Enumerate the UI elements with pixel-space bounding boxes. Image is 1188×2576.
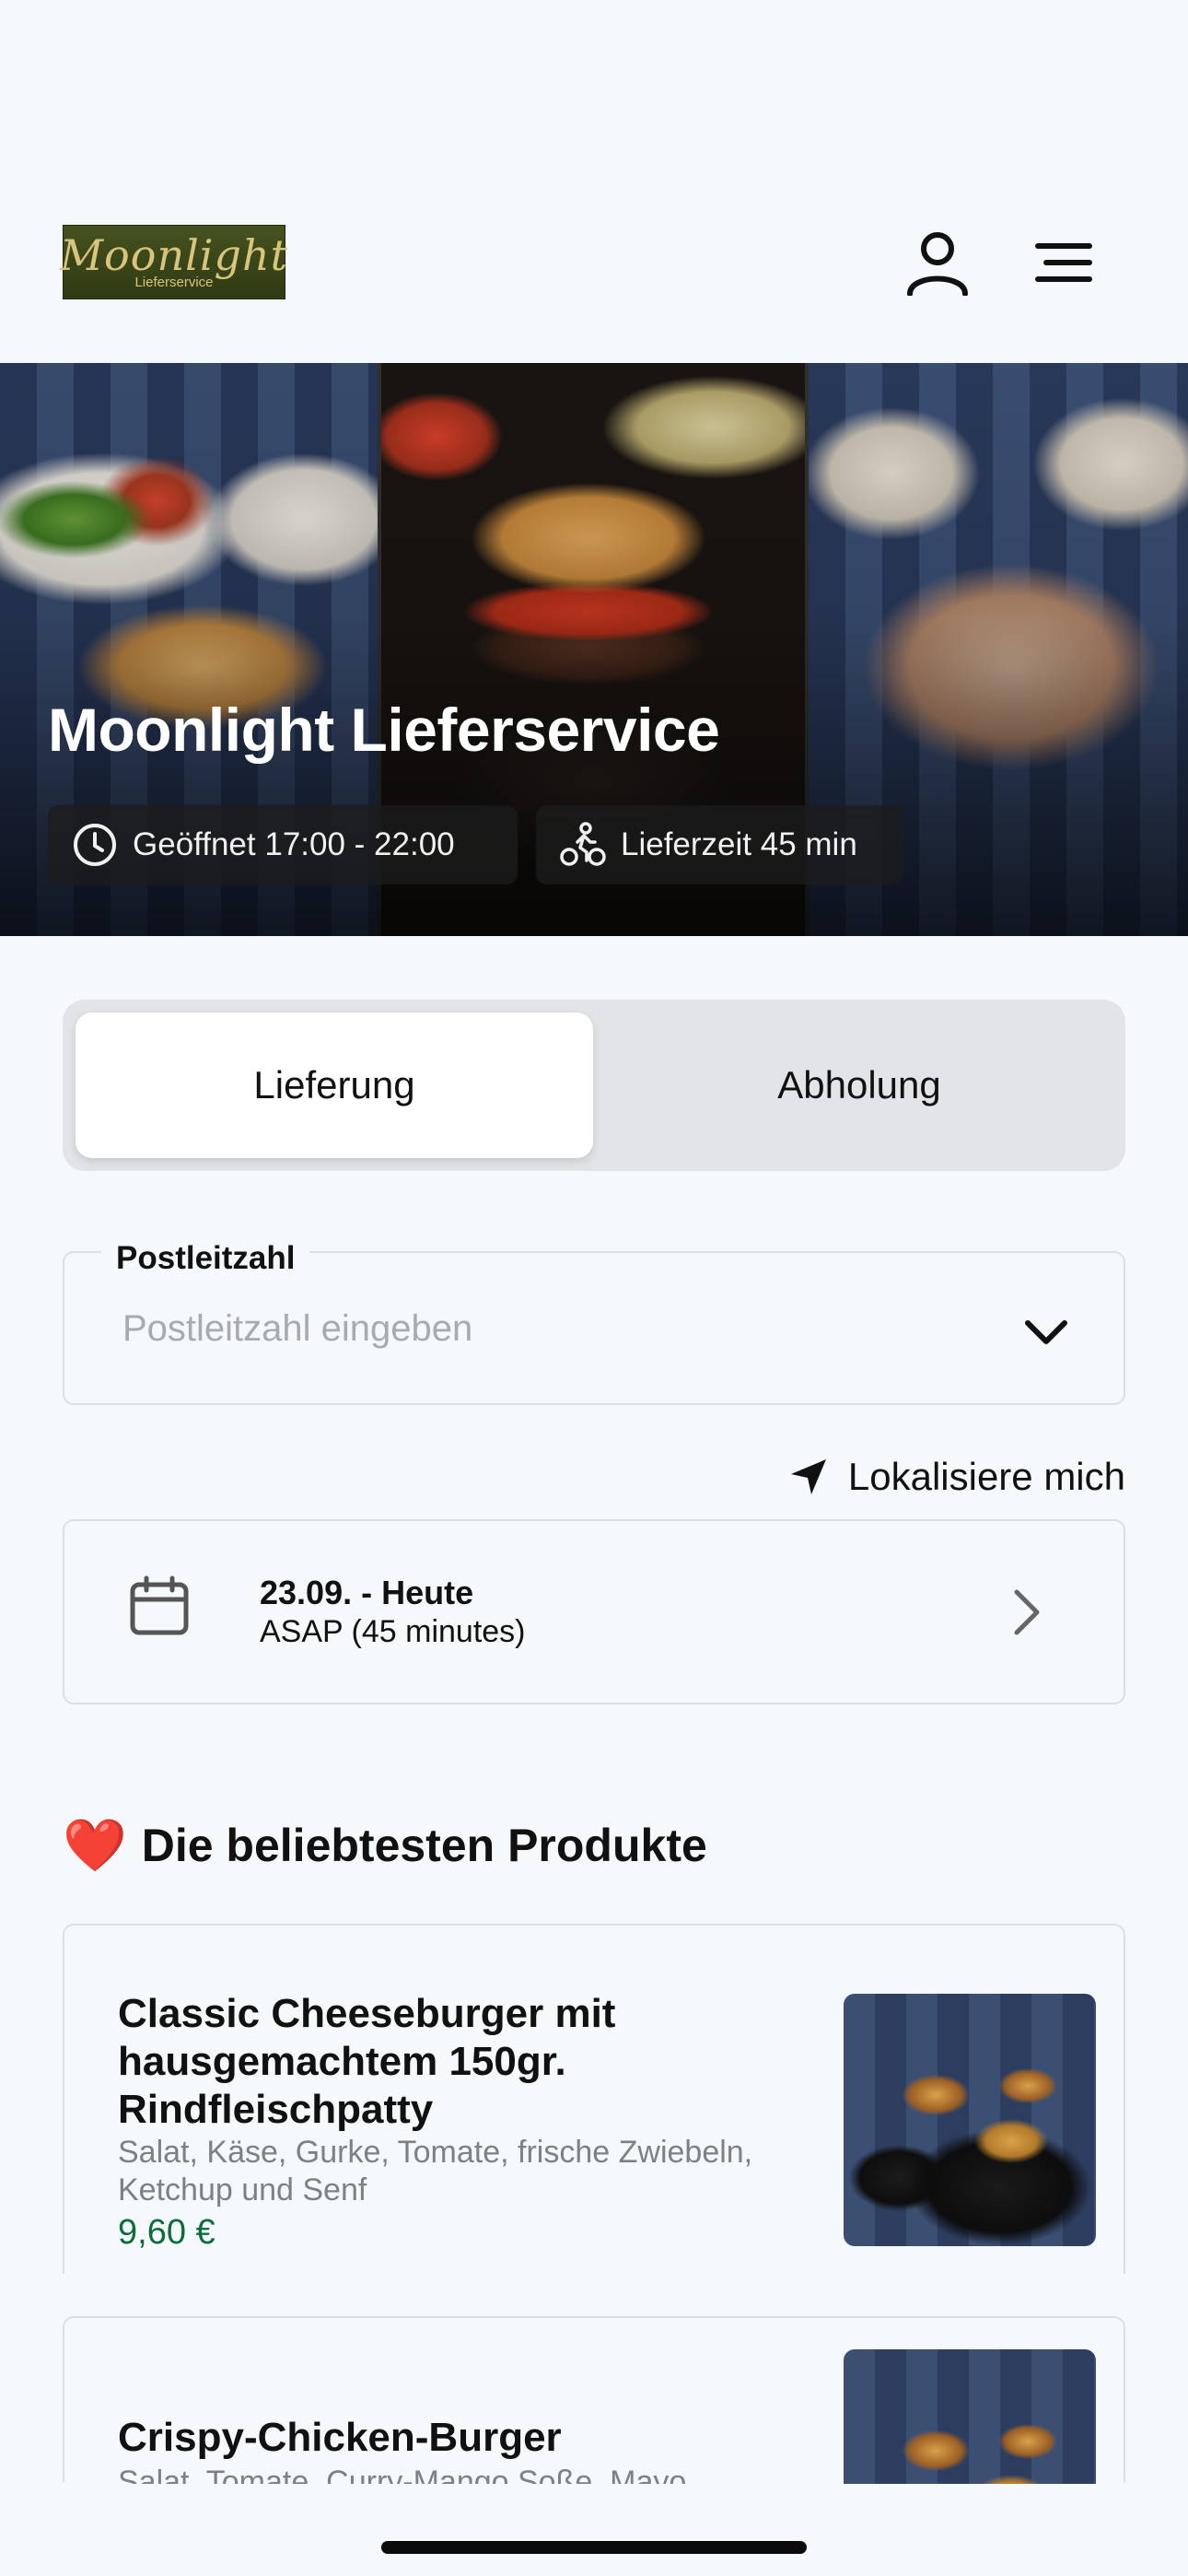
- heart-icon: ❤️: [63, 1816, 127, 1874]
- app-screen: Moonlight Lieferservice Moonlight Liefer…: [0, 0, 1188, 2576]
- calendar-icon: [130, 1575, 189, 1635]
- opening-hours-badge: Geöffnet 17:00 - 22:00: [48, 805, 518, 884]
- clock-icon: [74, 824, 116, 866]
- product-image[interactable]: [844, 1994, 1096, 2246]
- tab-abholung[interactable]: Abholung: [606, 1013, 1112, 1158]
- chevron-down-icon[interactable]: [1020, 1306, 1072, 1358]
- bottom-safe-area: [0, 2484, 1188, 2576]
- delivery-time-text: Lieferzeit 45 min: [621, 826, 857, 862]
- locate-me-button[interactable]: Lokalisiere mich: [789, 1446, 1125, 1507]
- logo-script-text: Moonlight: [59, 230, 289, 280]
- delivery-time-selector[interactable]: [63, 1519, 1125, 1704]
- bicycle-courier-icon: [560, 822, 606, 866]
- delivery-date: 23.09. - Heute: [260, 1574, 474, 1611]
- tab-lieferung[interactable]: Lieferung: [76, 1013, 593, 1158]
- product-card[interactable]: Classic Cheeseburger mit hausgemachtem 1…: [63, 1924, 1125, 2274]
- user-icon: [907, 232, 968, 296]
- account-button[interactable]: [896, 221, 979, 304]
- menu-icon: [1035, 243, 1092, 282]
- product-name: Crispy-Chicken-Burger: [118, 2415, 562, 2460]
- hero-banner: Moonlight Lieferservice Geöffnet 17:00 -…: [0, 363, 1188, 936]
- delivery-time-badge: Lieferzeit 45 min: [536, 805, 904, 884]
- order-mode-toggle: Lieferung Abholung: [63, 1000, 1125, 1171]
- location-arrow-icon: [790, 1459, 826, 1494]
- product-card[interactable]: Crispy-Chicken-Burger Salat, Tomate, Cur…: [63, 2316, 1125, 2576]
- opening-hours-text: Geöffnet 17:00 - 22:00: [133, 826, 455, 862]
- locate-me-label: Lokalisiere mich: [847, 1455, 1125, 1498]
- brand-logo[interactable]: Moonlight Lieferservice: [59, 225, 289, 299]
- logo-subtext: Lieferservice: [134, 275, 214, 290]
- postcode-label: Postleitzahl: [101, 1240, 310, 1277]
- product-description: Salat, Käse, Gurke, Tomate, frische Zwie…: [118, 2135, 753, 2207]
- popular-products-title: Die beliebtesten Produkte: [141, 1820, 707, 1871]
- product-name: Classic Cheeseburger mit hausgemachtem 1…: [118, 1991, 616, 2132]
- delivery-time-option: ASAP (45 minutes): [260, 1614, 526, 1649]
- restaurant-title: Moonlight Lieferservice: [48, 696, 720, 764]
- product-price: 9,60 €: [118, 2213, 215, 2252]
- chevron-right-icon: [1014, 1589, 1040, 1635]
- home-indicator[interactable]: [381, 2541, 807, 2554]
- top-header: Moonlight Lieferservice: [0, 0, 1188, 363]
- menu-button[interactable]: [1022, 221, 1105, 304]
- popular-products-heading: ❤️ Die beliebtesten Produkte: [63, 1813, 707, 1878]
- postcode-input[interactable]: Postleitzahl eingeben: [122, 1308, 472, 1350]
